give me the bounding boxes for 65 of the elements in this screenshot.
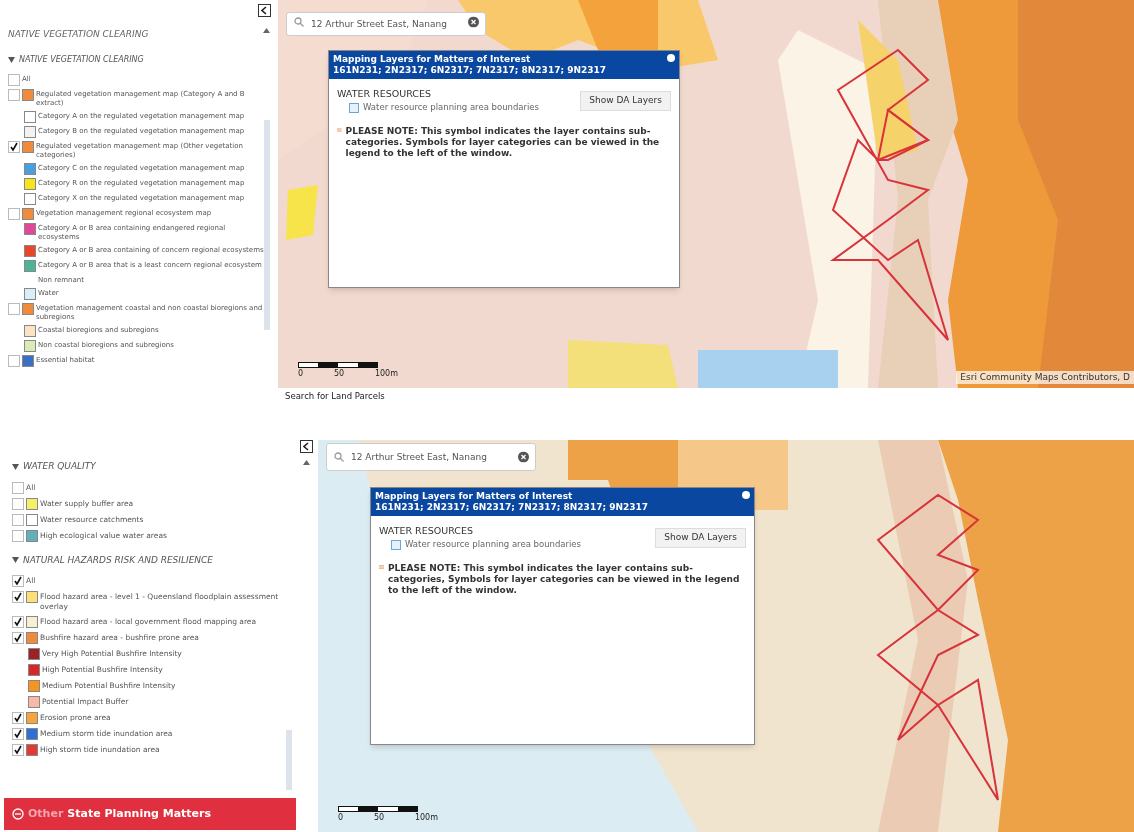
popup-section-title: WATER RESOURCES <box>379 524 474 538</box>
scrollbar[interactable] <box>286 730 292 790</box>
checkbox[interactable] <box>12 632 24 644</box>
checkbox[interactable] <box>12 616 24 628</box>
close-icon[interactable] <box>667 54 675 62</box>
checkbox[interactable] <box>12 575 24 587</box>
show-da-layers-button[interactable]: Show DA Layers <box>655 528 746 548</box>
checkbox[interactable] <box>12 744 24 756</box>
checkbox[interactable] <box>12 591 24 603</box>
layer-swatch-icon <box>391 539 401 550</box>
section-toggle-button[interactable]: Other State Planning Matters <box>4 798 296 830</box>
scrollbar[interactable] <box>264 120 270 330</box>
collapse-button[interactable] <box>258 4 271 17</box>
checkbox[interactable] <box>8 140 20 153</box>
legend-heading: NATIVE VEGETATION CLEARING <box>8 28 149 41</box>
chevron-left-icon <box>261 6 268 15</box>
chevron-left-icon <box>303 442 310 451</box>
checkbox[interactable] <box>8 88 20 101</box>
caret-icon[interactable] <box>12 557 19 564</box>
parcel-list: 161N231; 2N2317; 6N2317; 7N2317; 8N2317; 9N2317 <box>375 502 742 513</box>
search-field[interactable]: 12 Arthur Street East, Nanang <box>286 12 486 36</box>
search-field[interactable]: 12 Arthur Street East, Nanang <box>326 443 536 471</box>
clear-icon[interactable] <box>468 16 479 28</box>
search-icon <box>294 17 304 27</box>
checkbox[interactable] <box>12 513 24 526</box>
minus-circle-icon <box>12 808 24 820</box>
search-icon <box>334 452 344 462</box>
checkbox[interactable] <box>8 73 20 86</box>
note-text: PLEASE NOTE: This symbol indicates the layer contains sub-categories. Symbols for layer categories can be viewed in the legend to the left of the window. <box>345 126 661 159</box>
popup-section-title: WATER RESOURCES <box>337 87 432 101</box>
section-title[interactable]: NATURAL HAZARDS RISK AND RESILIENCE <box>23 553 214 567</box>
checkbox[interactable] <box>12 529 24 542</box>
scale-label: 100m <box>414 812 438 824</box>
caret-icon[interactable] <box>12 463 19 470</box>
scroll-up-icon[interactable] <box>303 460 310 465</box>
layer-name: Water resource planning area boundaries <box>363 101 540 114</box>
scale-label: 0 <box>298 368 304 380</box>
note-text: PLEASE NOTE: This symbol indicates the layer contains sub-categories, Symbols for layer categories can be viewed in the legend to the left of the window. <box>388 563 741 596</box>
close-icon[interactable] <box>742 491 750 499</box>
popup-title: Mapping Layers for Matters of Interest <box>375 491 574 502</box>
section-title[interactable]: WATER QUALITY <box>23 460 96 474</box>
caption-text: Search for Land Parcels <box>284 390 385 403</box>
layer-name: Water resource planning area boundaries <box>405 538 582 551</box>
checkbox[interactable] <box>12 712 24 724</box>
checkbox[interactable] <box>12 728 24 740</box>
clear-icon[interactable] <box>518 451 529 463</box>
scale-label: 0 <box>338 812 344 824</box>
layer-swatch-icon <box>349 102 359 113</box>
checkbox[interactable] <box>12 481 24 494</box>
caret-icon[interactable] <box>8 56 15 63</box>
checkbox[interactable] <box>12 497 24 510</box>
section-title[interactable]: NATIVE VEGETATION CLEARING <box>19 53 144 66</box>
collapse-button[interactable] <box>300 440 313 453</box>
checkbox[interactable] <box>8 207 20 220</box>
show-da-layers-button[interactable]: Show DA Layers <box>580 91 671 111</box>
popup-title: Mapping Layers for Matters of Interest <box>333 54 532 65</box>
checkbox[interactable] <box>8 302 20 315</box>
scale-label: 50 <box>333 368 345 380</box>
scale-label: 100m <box>374 368 398 380</box>
scroll-up-icon[interactable] <box>263 28 270 33</box>
checkbox[interactable] <box>8 354 20 367</box>
sublayer-symbol-icon <box>379 563 384 571</box>
scale-label: 50 <box>373 812 385 824</box>
parcel-list: 161N231; 2N2317; 6N2317; 7N2317; 8N2317; 9N2317 <box>333 65 667 76</box>
sublayer-symbol-icon <box>337 126 342 134</box>
